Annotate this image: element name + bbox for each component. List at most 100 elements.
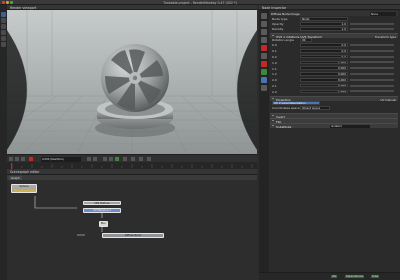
matrix-row: 1.0 1.000 (270, 60, 398, 65)
matrix-field[interactable]: 0.000 (300, 72, 348, 76)
matrix-field[interactable]: 0.000 (300, 78, 348, 82)
matrix-slider[interactable] (350, 44, 394, 46)
graph-node[interactable]: Diffuse Rend (102, 233, 164, 238)
tab-graph[interactable]: Graph (9, 175, 22, 180)
flip-row[interactable]: Flip (270, 118, 398, 124)
node-color-swatch (14, 189, 36, 192)
settings-icon[interactable] (261, 85, 267, 91)
error-icon[interactable] (261, 45, 267, 51)
graph-node-label: UV Mapping 1 (92, 209, 112, 213)
property-field[interactable]: 90 (300, 38, 312, 42)
matrix-field[interactable]: 0.0 (300, 54, 348, 59)
density-slider[interactable] (350, 28, 394, 30)
matrix-label: 1.0 (272, 60, 277, 65)
graph-panel-title: Scenegraph editor (10, 169, 40, 174)
valid-icon[interactable] (261, 69, 267, 75)
matrix-slider[interactable] (350, 61, 394, 64)
orbit-button[interactable] (147, 157, 151, 161)
inspector-icon-strip (259, 10, 269, 277)
matrix-label: 1.2 (272, 72, 277, 77)
property-label: Coordinates space (272, 106, 300, 111)
light-button[interactable] (93, 157, 97, 161)
status-dependencies: Dependencies (345, 275, 365, 278)
inspector-header: Node Inspector (259, 5, 400, 10)
substitute-label: Substitute (276, 124, 292, 129)
texture-icon[interactable] (261, 29, 267, 35)
property-field[interactable]: 1.0 (300, 27, 348, 31)
material-icon[interactable] (261, 21, 267, 27)
info-icon[interactable] (261, 77, 267, 83)
timeline-ruler[interactable] (7, 162, 257, 169)
matrix-slider[interactable] (350, 55, 394, 58)
transform-icon[interactable] (261, 37, 267, 43)
property-field[interactable]: Node (300, 17, 348, 21)
matrix-field[interactable]: 1.000 (300, 89, 348, 94)
opacity-slider[interactable] (350, 23, 394, 25)
matrix-field[interactable]: 0.0 (300, 49, 348, 53)
loop-button[interactable] (21, 157, 25, 161)
scale-tool-icon[interactable] (1, 30, 6, 35)
property-label: Node type (272, 17, 288, 22)
snapshot-button[interactable] (123, 157, 127, 161)
substitute-row[interactable]: Substitute Isolated (270, 123, 398, 129)
matrix-slider[interactable] (350, 84, 394, 87)
graph-node-label: Diffuse Rend (124, 234, 142, 238)
rotate-tool-icon[interactable] (1, 24, 6, 29)
matrix-field[interactable]: 1.000 (300, 60, 348, 65)
window-title: Tuneable project - RenderMonkey 0.47 (00… (163, 0, 237, 5)
matrix-label: 2.1 (272, 83, 277, 88)
matrix-slider[interactable] (350, 90, 394, 93)
invert-row[interactable]: Invert (270, 113, 398, 119)
pan-button[interactable] (139, 157, 143, 161)
matrix-row: 1.2 0.000 (270, 72, 398, 76)
graph-node[interactable]: DIN Texture (83, 201, 121, 205)
light-icon[interactable] (261, 53, 267, 59)
uv-section-header[interactable]: UVS 1 rotations UVS Transform Transform … (270, 33, 398, 39)
camera-button[interactable] (87, 157, 91, 161)
matrix-slider[interactable] (350, 67, 394, 70)
shading-toggle[interactable] (115, 157, 119, 161)
uv-parameterization-field[interactable]: UV 2 parameterization (272, 101, 320, 105)
property-row: UV 2 parameterization (270, 101, 398, 105)
render-viewport[interactable] (7, 10, 257, 154)
properties-icon[interactable] (261, 13, 267, 19)
property-row: Opacity 1.0 (270, 22, 398, 26)
camera-tool-icon[interactable] (1, 36, 6, 41)
matrix-label: 1.1 (272, 66, 277, 71)
wireframe-toggle[interactable] (109, 157, 113, 161)
graph-node[interactable]: Sphere (11, 184, 37, 193)
matrix-slider[interactable] (350, 78, 394, 81)
play-button[interactable] (9, 157, 13, 161)
timeline-ticks (11, 163, 253, 169)
projection-section-header[interactable]: Projection UV Internal (270, 96, 398, 102)
left-tool-strip (0, 5, 7, 280)
matrix-field[interactable]: 0.000 (300, 83, 348, 88)
light-tool-icon[interactable] (1, 42, 6, 47)
matrix-row: 0.1 0.0 (270, 49, 398, 53)
matrix-slider[interactable] (350, 49, 394, 52)
select-tool-icon[interactable] (1, 12, 6, 17)
matrix-row: 0.2 0.0 (270, 54, 398, 59)
inspector-node-tab[interactable]: Diffuse Node Image (271, 12, 300, 16)
property-field[interactable]: Object space (300, 106, 330, 110)
property-label: Density (272, 27, 284, 32)
move-tool-icon[interactable] (1, 18, 6, 23)
graph-node-selected[interactable]: UV Mapping 1 (83, 208, 121, 213)
record-button[interactable] (29, 157, 33, 161)
inspector-mode-select[interactable]: None (370, 11, 396, 16)
graph-node[interactable]: Blur (99, 221, 108, 227)
matrix-field[interactable]: 0.0 (300, 43, 348, 47)
scenegraph-editor[interactable]: Graph Sphere DIN Texture UV Mapping 1 Bl… (7, 175, 257, 280)
warning-icon[interactable] (261, 61, 267, 67)
matrix-row: 0.0 0.0 (270, 43, 398, 47)
grid-toggle[interactable] (103, 157, 107, 161)
inspector-tab-row: Diffuse Node Image None (270, 11, 398, 16)
stop-button[interactable] (15, 157, 19, 161)
property-field[interactable]: 1.0 (300, 22, 348, 26)
matrix-slider[interactable] (350, 73, 394, 75)
frame-field[interactable]: 0.000 (Realtime) (41, 156, 81, 162)
substitute-select[interactable]: Isolated (330, 124, 370, 128)
property-row: Rotation angle 90 (270, 38, 398, 42)
matrix-field[interactable]: 0.000 (300, 66, 348, 71)
zoom-button[interactable] (131, 157, 135, 161)
